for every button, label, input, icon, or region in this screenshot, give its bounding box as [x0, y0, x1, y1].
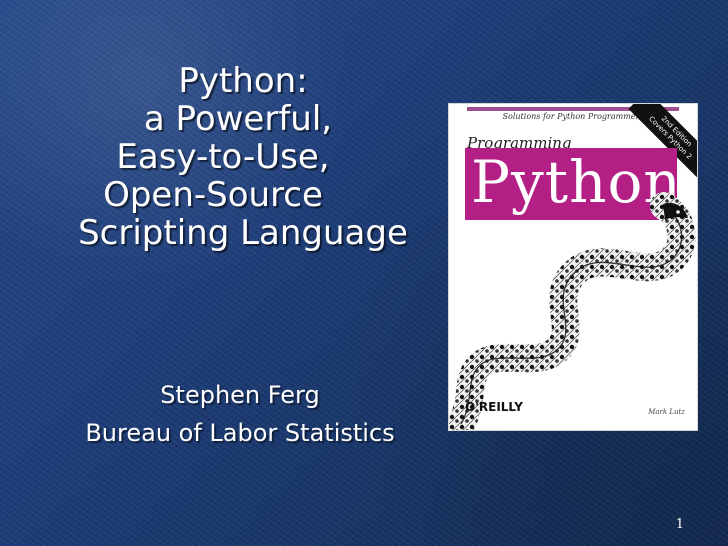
- snake-icon: [449, 192, 696, 430]
- presenter-name: Stephen Ferg: [160, 381, 320, 409]
- presentation-slide: Python: a Powerful, Easy-to-Use, Open-So…: [0, 0, 728, 546]
- presenter-info: Stephen Ferg Bureau of Labor Statistics: [70, 376, 410, 452]
- title-line-easy-to-use: Easy-to-Use,: [116, 137, 330, 177]
- title-line-python: Python:: [178, 61, 308, 101]
- title-line-scripting-language: Scripting Language: [78, 213, 408, 253]
- presenter-organization: Bureau of Labor Statistics: [85, 419, 395, 447]
- slide-title: Python: a Powerful, Easy-to-Use, Open-So…: [68, 62, 418, 252]
- title-line-open-source: Open-Source: [103, 175, 323, 215]
- title-line-powerful: a Powerful,: [143, 99, 333, 139]
- book-author-credit: Mark Lutz: [648, 408, 685, 416]
- publisher-logo-text: O'REILLY: [465, 400, 523, 414]
- slide-number: 1: [675, 517, 684, 532]
- book-cover-image: Solutions for Python Programmers 2nd Edi…: [448, 103, 698, 431]
